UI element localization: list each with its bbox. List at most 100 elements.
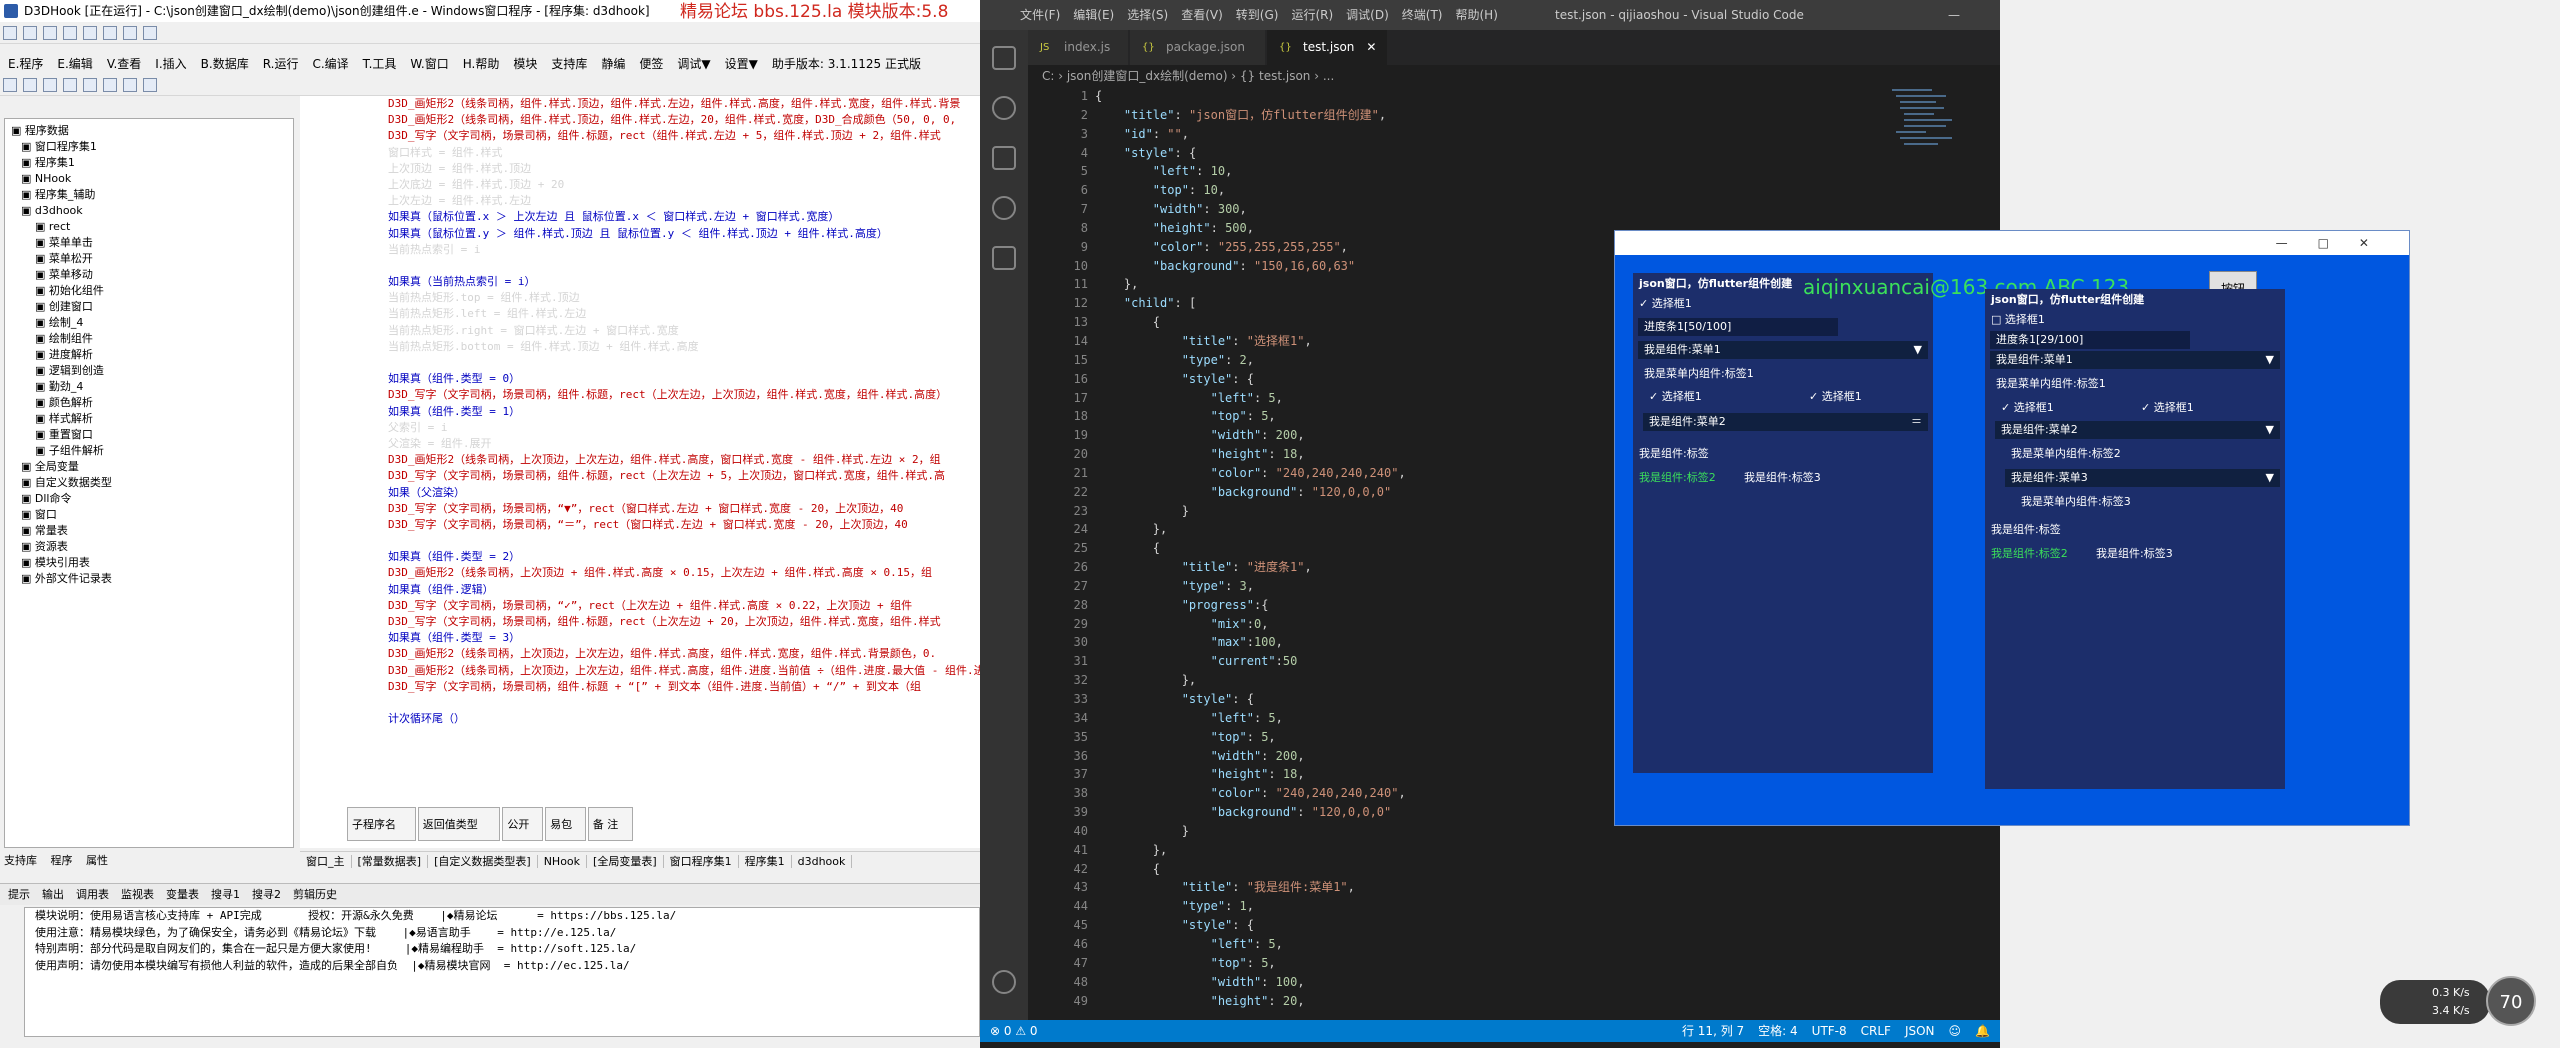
tree-item[interactable]: ▣ 勤劲_4 — [11, 379, 293, 395]
close-icon[interactable]: ✕ — [1366, 40, 1376, 54]
step-icon[interactable] — [123, 78, 137, 92]
tab-program[interactable]: 程序 — [51, 854, 73, 867]
output-tab[interactable]: 输出 — [42, 888, 64, 901]
tree-item[interactable]: ▣ 菜单松开 — [11, 251, 293, 267]
editor-tab[interactable]: NHook — [537, 855, 588, 868]
cut-icon[interactable] — [63, 26, 77, 40]
ide-menu-item[interactable]: C.编译 — [312, 57, 348, 71]
tree-item[interactable]: ▣ rect — [11, 219, 293, 235]
status-item[interactable]: 空格: 4 — [1758, 1024, 1798, 1038]
output-tab[interactable]: 监视表 — [121, 888, 154, 901]
tab-index-js[interactable]: JS index.js — [1028, 30, 1128, 65]
ide-menu-item[interactable]: 调试▼ — [677, 57, 710, 71]
settings-gear-icon[interactable] — [992, 970, 1016, 994]
ide-menu-item[interactable]: 便签 — [639, 57, 663, 71]
tree-item[interactable]: ▣ 程序数据 — [11, 123, 293, 139]
editor-tab[interactable]: d3dhook — [791, 855, 853, 868]
checkbox-a[interactable]: 选择框1 — [1995, 399, 2054, 417]
paste-icon[interactable] — [103, 26, 117, 40]
menu-2[interactable]: 我是组件:菜单2 ＝ — [1643, 413, 1928, 431]
ide-menu-item[interactable]: H.帮助 — [463, 57, 500, 71]
tree-item[interactable]: ▣ 资源表 — [11, 539, 293, 555]
ide-menu-item[interactable]: 设置▼ — [725, 57, 758, 71]
program-tree[interactable]: ▣ 程序数据 ▣ 窗口程序集1 ▣ 程序集1 ▣ NHook ▣ 程序集_辅助 ▣ d3d… — [4, 118, 294, 848]
status-item[interactable]: ☺ — [1949, 1024, 1962, 1038]
tree-item[interactable]: ▣ 窗口 — [11, 507, 293, 523]
save-file-icon[interactable] — [43, 78, 57, 92]
tab-support-lib[interactable]: 支持库 — [4, 854, 37, 867]
vscode-menu-item[interactable]: 帮助(H) — [1455, 8, 1497, 22]
tree-item[interactable]: ▣ 常量表 — [11, 523, 293, 539]
window-icon[interactable] — [143, 78, 157, 92]
search-icon[interactable] — [992, 96, 1016, 120]
vscode-menu-item[interactable]: 转到(G) — [1236, 8, 1279, 22]
status-item[interactable]: 行 11, 列 7 — [1682, 1024, 1744, 1038]
ide-menu-item[interactable]: R.运行 — [263, 57, 299, 71]
ide-menu-item[interactable]: I.插入 — [155, 57, 186, 71]
tree-item[interactable]: ▣ 程序集1 — [11, 155, 293, 171]
open-file-icon[interactable] — [23, 78, 37, 92]
editor-tab[interactable]: 程序集1 — [738, 855, 792, 868]
menu-2[interactable]: 我是组件:菜单2 ▼ — [1995, 421, 2280, 439]
menu-1[interactable]: 我是组件:菜单1 ▼ — [1638, 341, 1928, 359]
output-tab[interactable]: 搜寻2 — [252, 888, 281, 901]
tree-item[interactable]: ▣ 绘制组件 — [11, 331, 293, 347]
ide-menu-item[interactable]: W.窗口 — [410, 57, 448, 71]
progress-bar[interactable]: 进度条1[50/100] — [1638, 318, 1838, 336]
menu-3[interactable]: 我是组件:菜单3 ▼ — [2005, 469, 2280, 487]
checkbox-b[interactable]: 选择框1 — [1803, 388, 1862, 406]
vscode-menu-item[interactable]: 编辑(E) — [1073, 8, 1114, 22]
ide-menu-item[interactable]: 静编 — [601, 57, 625, 71]
debug-icon[interactable] — [103, 78, 117, 92]
new-file-icon[interactable] — [3, 78, 17, 92]
copy-icon[interactable] — [83, 26, 97, 40]
tree-item[interactable]: ▣ 重置窗口 — [11, 427, 293, 443]
ide-menu-item[interactable]: B.数据库 — [201, 57, 249, 71]
ide-menu-item[interactable]: V.查看 — [107, 57, 141, 71]
tree-item[interactable]: ▣ 进度解析 — [11, 347, 293, 363]
tree-item[interactable]: ▣ 创建窗口 — [11, 299, 293, 315]
ide-menu-item[interactable]: E.编辑 — [57, 57, 92, 71]
tab-property[interactable]: 属性 — [86, 854, 108, 867]
editor-tab[interactable]: 窗口程序集1 — [663, 855, 739, 868]
tree-item[interactable]: ▣ 窗口程序集1 — [11, 139, 293, 155]
tree-item[interactable]: ▣ 程序集_辅助 — [11, 187, 293, 203]
status-item[interactable]: JSON — [1905, 1024, 1935, 1038]
usage-gauge[interactable]: 70 — [2486, 976, 2536, 1026]
ide-menu-item[interactable]: 支持库 — [551, 57, 587, 71]
tab-test-json[interactable]: {} test.json ✕ — [1267, 30, 1387, 65]
save-icon[interactable] — [43, 26, 57, 40]
tree-item[interactable]: ▣ 菜单单击 — [11, 235, 293, 251]
tree-item[interactable]: ▣ 子组件解析 — [11, 443, 293, 459]
output-tab[interactable]: 变量表 — [166, 888, 199, 901]
tab-package-json[interactable]: {} package.json — [1130, 30, 1265, 65]
vscode-menu-item[interactable]: 终端(T) — [1402, 8, 1443, 22]
checkbox-1[interactable]: □ 选择框1 — [1985, 311, 2045, 329]
menu-1[interactable]: 我是组件:菜单1 ▼ — [1990, 351, 2280, 369]
tree-item[interactable]: ▣ 自定义数据类型 — [11, 475, 293, 491]
debug-icon[interactable] — [992, 196, 1016, 220]
progress-bar[interactable]: 进度条1[29/100] — [1990, 331, 2190, 349]
run-icon[interactable] — [63, 78, 77, 92]
extensions-icon[interactable] — [992, 246, 1016, 270]
checkbox-a[interactable]: 选择框1 — [1643, 388, 1702, 406]
editor-tab[interactable]: [常量数据表] — [351, 855, 429, 868]
tree-item[interactable]: ▣ 样式解析 — [11, 411, 293, 427]
editor-tab[interactable]: [全局变量表] — [587, 855, 664, 868]
status-item[interactable]: 🔔 — [1975, 1024, 1990, 1038]
ide-menu-item[interactable]: T.工具 — [363, 57, 397, 71]
status-item[interactable]: CRLF — [1861, 1024, 1891, 1038]
tree-item[interactable]: ▣ 外部文件记录表 — [11, 571, 293, 587]
source-control-icon[interactable] — [992, 146, 1016, 170]
breadcrumb[interactable]: C: › json创建窗口_dx绘制(demo) › {} test.json … — [1028, 65, 2000, 87]
explorer-icon[interactable] — [992, 46, 1016, 70]
tree-item[interactable]: ▣ 初始化组件 — [11, 283, 293, 299]
tree-item[interactable]: ▣ 绘制_4 — [11, 315, 293, 331]
stop-icon[interactable] — [83, 78, 97, 92]
output-tab[interactable]: 搜寻1 — [211, 888, 240, 901]
tree-item[interactable]: ▣ d3dhook — [11, 203, 293, 219]
vscode-menu-item[interactable]: 调试(D) — [1346, 8, 1389, 22]
code-editor[interactable]: D3D_画矩形2（线条司柄，组件.样式.顶边，组件.样式.左边，组件.样式.高度… — [300, 96, 980, 848]
editor-tab[interactable]: [自定义数据类型表] — [428, 855, 538, 868]
output-tab[interactable]: 调用表 — [76, 888, 109, 901]
